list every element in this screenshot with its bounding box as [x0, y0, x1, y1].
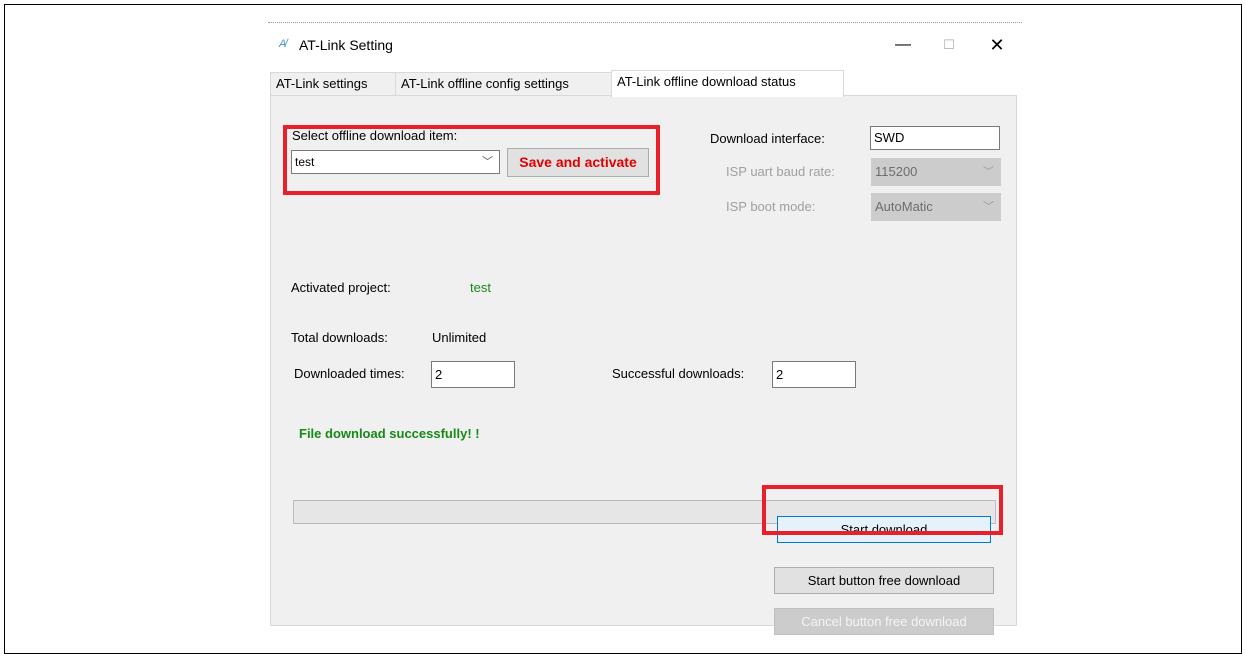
isp-baud-rate-value: 115200 — [875, 164, 918, 179]
download-status-message: File download successfully! ! — [299, 426, 480, 441]
start-download-highlight-box — [762, 485, 1003, 535]
cancel-button-free-download-button[interactable]: Cancel button free download — [774, 608, 994, 635]
total-downloads-value: Unlimited — [432, 330, 487, 345]
title-bar[interactable]: A̸ AT-Link Setting — ☐ ✕ — [268, 23, 1022, 67]
chevron-down-icon: ﹀ — [983, 201, 994, 213]
app-icon: A̸ — [279, 38, 287, 50]
minimize-button[interactable]: — — [883, 31, 923, 59]
isp-baud-rate-label: ISP uart baud rate: — [726, 164, 835, 179]
downloaded-times-field[interactable]: 2 — [431, 361, 515, 388]
at-link-setting-window: A̸ AT-Link Setting — ☐ ✕ AT-Link setting… — [268, 22, 1022, 635]
window-title: AT-Link Setting — [299, 37, 393, 53]
successful-downloads-label: Successful downloads: — [612, 366, 745, 381]
start-button-free-download-button[interactable]: Start button free download — [774, 567, 994, 594]
isp-boot-mode-select[interactable]: AutoMatic ﹀ — [871, 193, 1001, 221]
maximize-button[interactable]: ☐ — [929, 31, 969, 59]
chevron-down-icon: ﹀ — [983, 166, 994, 178]
isp-boot-mode-value: AutoMatic — [875, 199, 933, 214]
activated-project-value: test — [470, 280, 491, 295]
tab-offline-download-status[interactable]: AT-Link offline download status — [611, 70, 844, 97]
tab-offline-config-settings[interactable]: AT-Link offline config settings — [395, 72, 612, 96]
tab-at-link-settings[interactable]: AT-Link settings — [270, 72, 396, 96]
total-downloads-label: Total downloads: — [291, 330, 388, 345]
download-interface-field[interactable]: SWD — [870, 126, 1000, 150]
activated-project-label: Activated project: — [291, 280, 391, 295]
successful-downloads-field[interactable]: 2 — [772, 361, 856, 388]
close-button[interactable]: ✕ — [977, 31, 1017, 59]
isp-boot-mode-label: ISP boot mode: — [726, 199, 816, 214]
downloaded-times-label: Downloaded times: — [294, 366, 405, 381]
isp-baud-rate-select[interactable]: 115200 ﹀ — [871, 158, 1001, 186]
select-item-highlight-box — [283, 125, 660, 195]
download-interface-label: Download interface: — [710, 131, 825, 146]
